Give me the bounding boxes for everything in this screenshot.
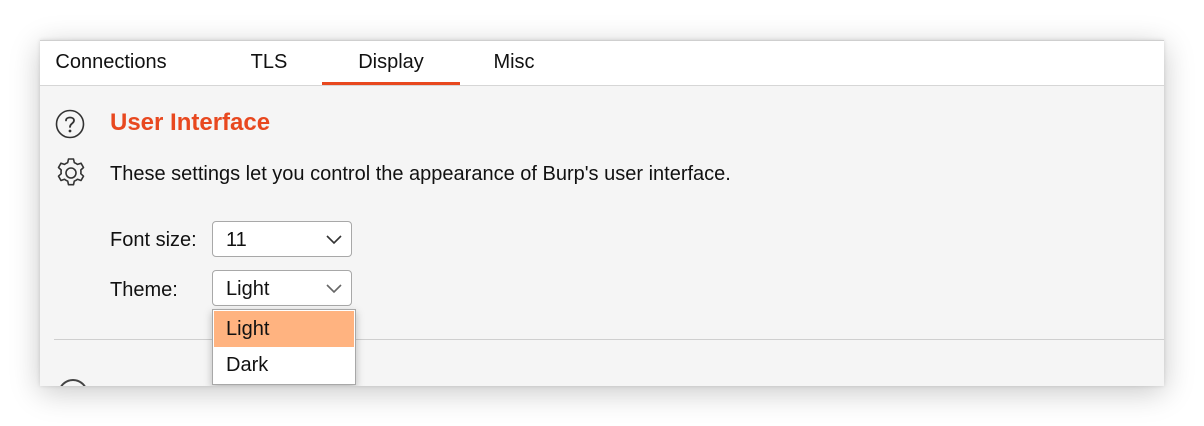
- font-size-label: Font size:: [110, 229, 197, 251]
- theme-option-dark[interactable]: Dark: [214, 347, 354, 383]
- help-circle-icon[interactable]: [55, 109, 85, 139]
- help-circle-icon: [58, 379, 88, 386]
- section-description: These settings let you control the appea…: [110, 163, 731, 185]
- tab-connections[interactable]: Connections: [40, 41, 182, 85]
- tab-tls[interactable]: TLS: [226, 41, 312, 85]
- theme-option-light[interactable]: Light: [214, 311, 354, 347]
- font-size-select[interactable]: 11: [212, 221, 352, 257]
- chevron-down-icon: [326, 235, 342, 245]
- font-size-value: 11: [226, 229, 247, 251]
- tab-bar: Connections TLS Display Misc: [40, 41, 1164, 86]
- theme-dropdown-list: Light Dark: [212, 309, 356, 385]
- tab-display[interactable]: Display: [322, 41, 460, 85]
- theme-value: Light: [226, 278, 270, 300]
- chevron-down-icon: [326, 284, 342, 294]
- gear-icon[interactable]: [54, 156, 88, 190]
- section-title: User Interface: [110, 109, 271, 136]
- tab-misc[interactable]: Misc: [468, 41, 560, 85]
- settings-window: Connections TLS Display Misc User Interf…: [40, 40, 1164, 386]
- theme-label: Theme:: [110, 279, 178, 301]
- theme-select[interactable]: Light: [212, 270, 352, 306]
